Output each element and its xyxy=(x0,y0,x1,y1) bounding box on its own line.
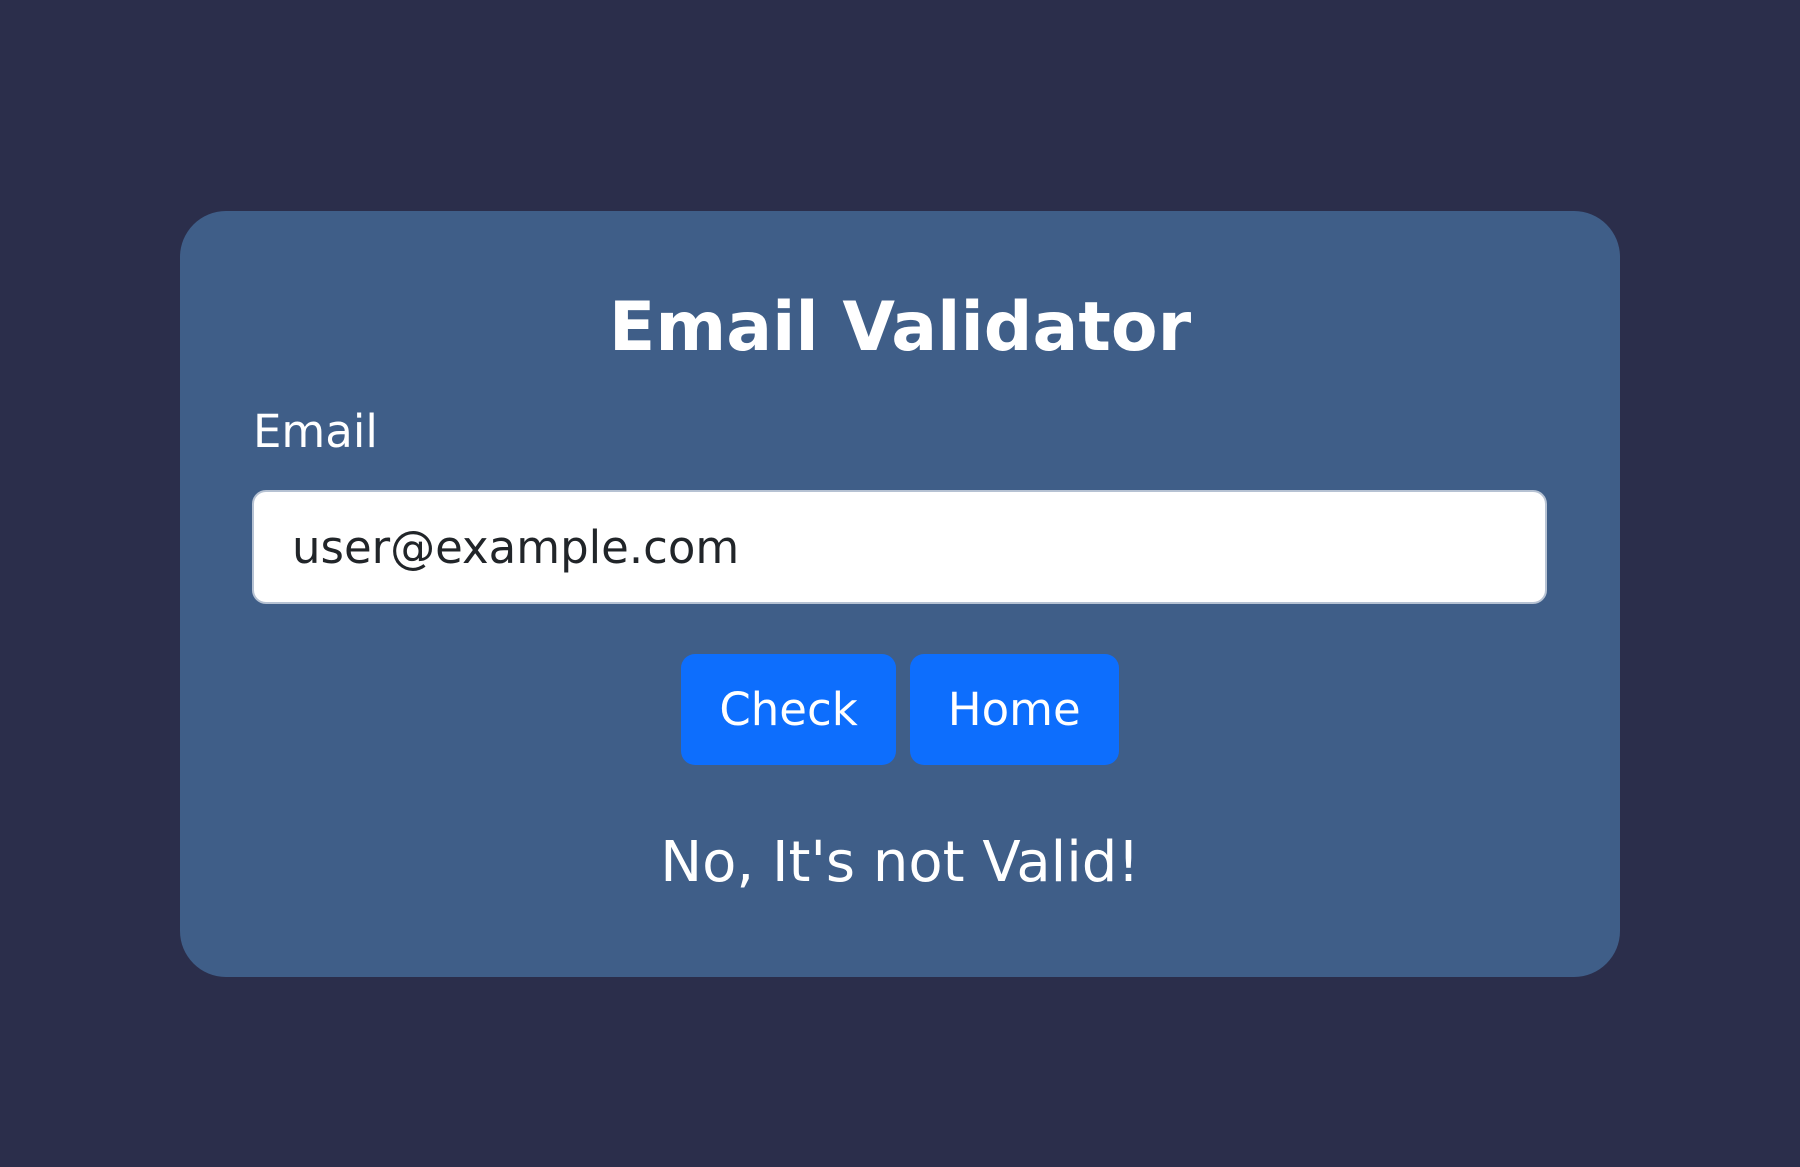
email-input[interactable] xyxy=(252,490,1547,604)
validator-card: Email Validator Email Check Home No, It'… xyxy=(180,211,1620,977)
email-label: Email xyxy=(253,405,378,458)
page-title: Email Validator xyxy=(608,288,1192,367)
button-group: Check Home xyxy=(180,654,1620,765)
home-button[interactable]: Home xyxy=(909,654,1119,765)
validation-result: No, It's not Valid! xyxy=(660,830,1140,895)
check-button[interactable]: Check xyxy=(681,654,896,765)
